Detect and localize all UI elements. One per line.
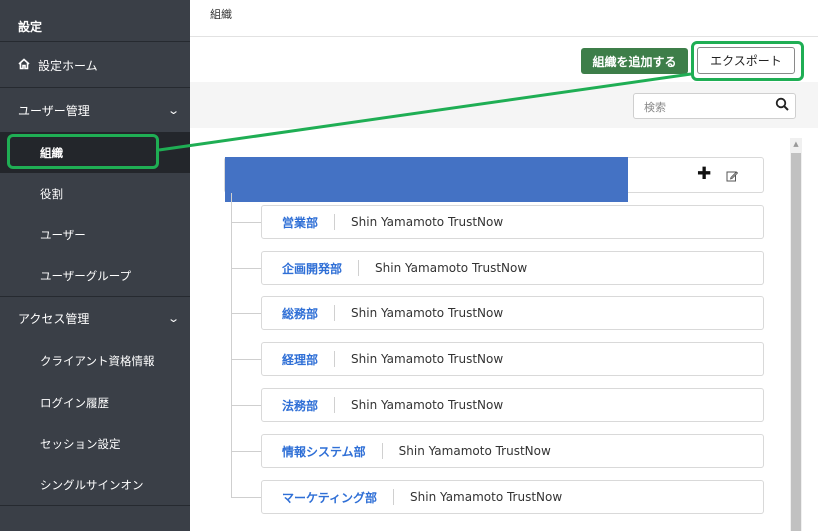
callout-connector	[158, 72, 692, 152]
